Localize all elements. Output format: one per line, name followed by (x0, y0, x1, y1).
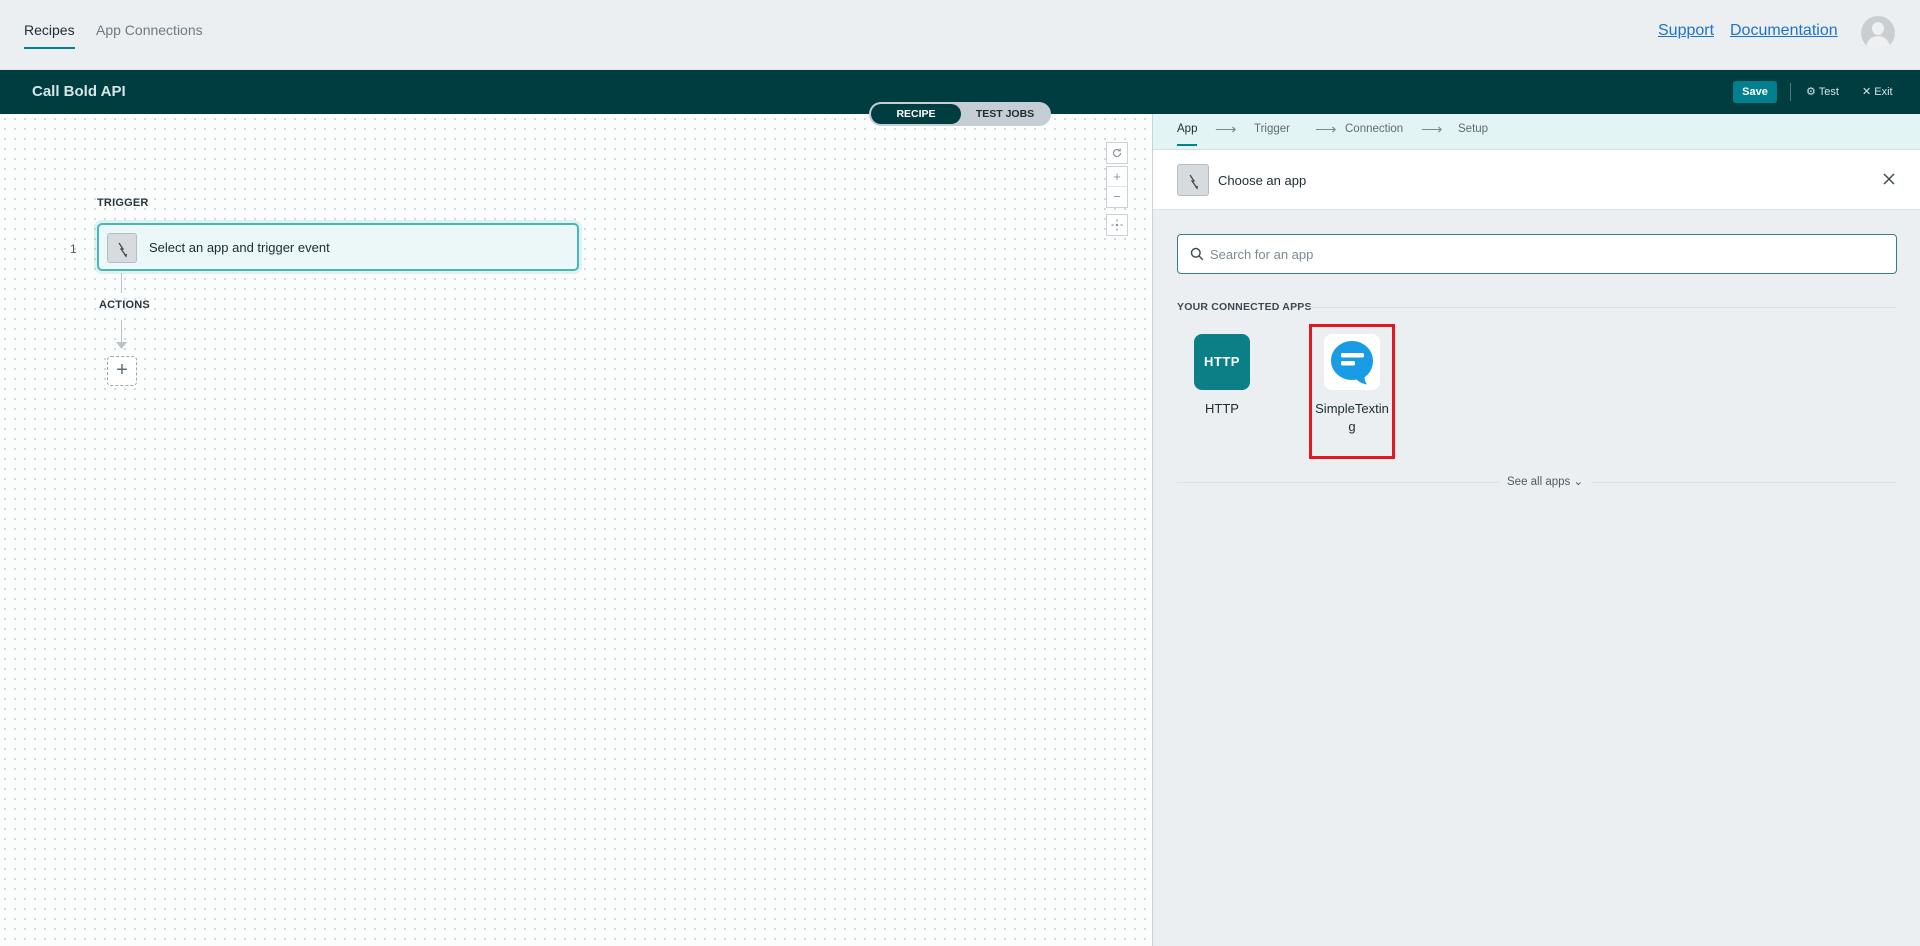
actions-section-label: ACTIONS (99, 299, 150, 311)
chevron-down-icon: ⌄ (1573, 476, 1584, 488)
app-picker-panel: App ⟶ Trigger ⟶ Connection ⟶ Setup Choos… (1152, 114, 1920, 946)
wizard-step-trigger[interactable]: Trigger (1254, 123, 1290, 135)
support-link[interactable]: Support (1658, 22, 1714, 40)
arrow-right-icon: ⟶ (1215, 121, 1237, 138)
zoom-out-button[interactable]: − (1107, 187, 1127, 207)
see-all-apps-button[interactable]: See all apps ⌄ (1499, 474, 1592, 488)
app-name: HTTP (1205, 401, 1239, 416)
wizard-step-setup[interactable]: Setup (1458, 123, 1488, 135)
tab-app-connections[interactable]: App Connections (96, 22, 203, 38)
step-number: 1 (70, 242, 77, 256)
arrow-right-icon: ⟶ (1421, 121, 1443, 138)
refresh-icon (1112, 148, 1122, 158)
arrow-right-icon: ⟶ (1315, 121, 1337, 138)
app-placeholder-icon (1177, 164, 1209, 196)
zoom-in-button[interactable]: + (1107, 167, 1127, 187)
choose-app-bar: Choose an app (1153, 150, 1920, 210)
trigger-placeholder-icon (107, 233, 137, 263)
close-icon: ✕ (1862, 86, 1875, 98)
wizard-step-connection[interactable]: Connection (1345, 123, 1403, 135)
section-divider (1308, 307, 1897, 308)
add-action-button[interactable]: + (107, 356, 137, 386)
http-logo: HTTP (1194, 334, 1250, 390)
wizard-step-app[interactable]: App (1177, 123, 1198, 146)
tab-recipes[interactable]: Recipes (24, 22, 75, 49)
avatar-body (1866, 36, 1890, 50)
avatar-head (1872, 22, 1884, 35)
recipe-title: Call Bold API (32, 83, 126, 100)
trigger-step[interactable]: Select an app and trigger event (97, 223, 579, 271)
reset-view-button[interactable] (1106, 142, 1128, 164)
choose-app-title: Choose an app (1218, 173, 1307, 188)
fit-icon (1111, 219, 1123, 231)
test-icon: ⚙ (1806, 86, 1819, 98)
exit-button[interactable]: ✕ Exit (1862, 85, 1893, 98)
arrow-down-icon (116, 342, 127, 349)
view-toggle: RECIPE TEST JOBS (869, 102, 1051, 126)
app-tile-http[interactable]: HTTP HTTP (1182, 334, 1262, 418)
test-jobs-toggle[interactable]: TEST JOBS (961, 104, 1049, 124)
top-navigation: Recipes App Connections Support Document… (0, 0, 1920, 70)
recipe-toggle[interactable]: RECIPE (871, 104, 961, 124)
connector-line (121, 273, 122, 293)
trigger-section-label: TRIGGER (97, 197, 149, 209)
fit-view-button[interactable] (1106, 214, 1128, 236)
selection-highlight (1309, 324, 1395, 459)
connected-apps-label: YOUR CONNECTED APPS (1177, 301, 1312, 313)
see-all-label: See all apps (1507, 476, 1571, 488)
header-divider (1790, 83, 1791, 101)
documentation-link[interactable]: Documentation (1730, 22, 1838, 40)
app-search-box (1177, 234, 1897, 274)
avatar[interactable] (1861, 16, 1895, 50)
test-button[interactable]: ⚙ Test (1806, 85, 1839, 98)
wizard-steps: App ⟶ Trigger ⟶ Connection ⟶ Setup (1153, 114, 1920, 150)
close-icon (1883, 173, 1895, 185)
exit-label: Exit (1874, 86, 1893, 98)
close-panel-button[interactable] (1879, 169, 1899, 189)
save-button[interactable]: Save (1733, 81, 1777, 103)
app-search-input[interactable] (1210, 243, 1880, 265)
zoom-controls: + − (1106, 166, 1128, 208)
test-label: Test (1818, 86, 1839, 98)
trigger-step-text: Select an app and trigger event (149, 240, 330, 255)
search-icon (1190, 247, 1204, 261)
